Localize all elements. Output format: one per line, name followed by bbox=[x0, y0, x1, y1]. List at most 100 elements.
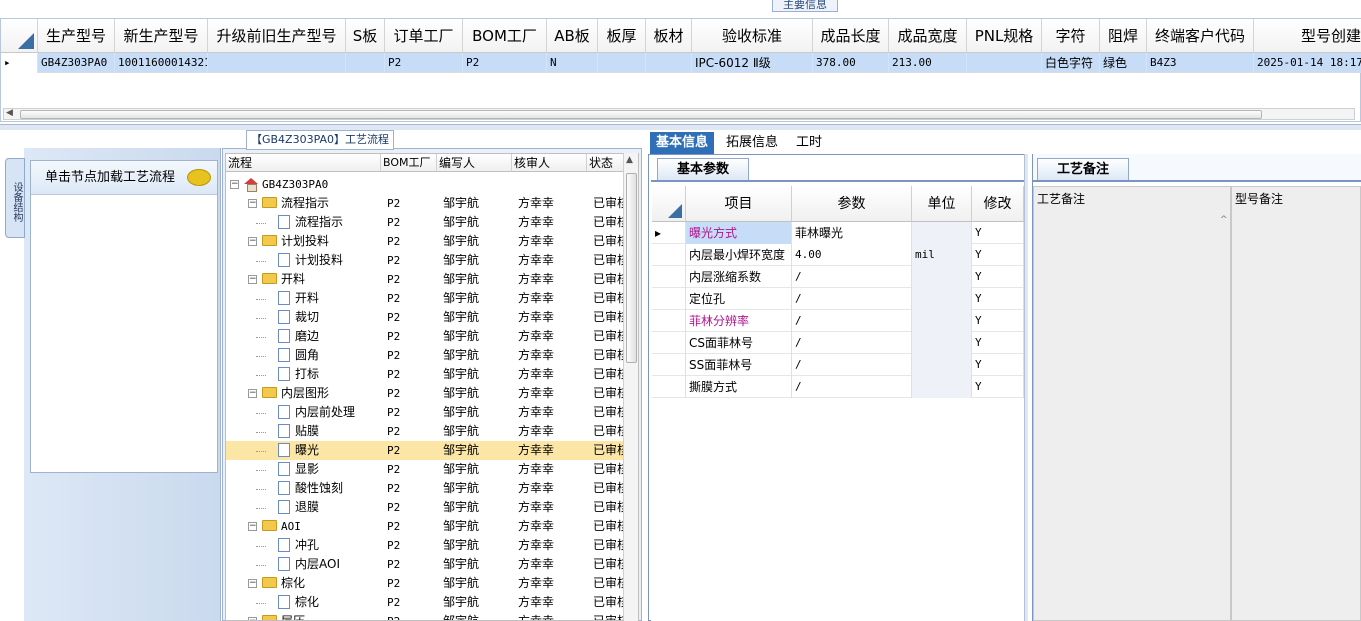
tree-node[interactable]: AOI bbox=[262, 517, 301, 536]
tree-cell-writer[interactable]: 邹宇航 bbox=[443, 517, 513, 536]
tree-node[interactable]: 计划投料 bbox=[262, 232, 329, 251]
cell-pnl[interactable] bbox=[967, 53, 1042, 73]
tree-cell-reviewer[interactable]: 方幸幸 bbox=[518, 498, 588, 517]
col-header[interactable]: 新生产型号 bbox=[115, 19, 208, 53]
tree-row[interactable]: 计划投料 P2 邹宇航 方幸幸 已审核 bbox=[226, 251, 629, 270]
tree-cell-reviewer[interactable]: 方幸幸 bbox=[518, 365, 588, 384]
tree-cell-reviewer[interactable]: 方幸幸 bbox=[518, 308, 588, 327]
tree-node[interactable]: 打标 bbox=[278, 365, 319, 384]
tree-cell-writer[interactable]: 邹宇航 bbox=[443, 403, 513, 422]
tree-cell-reviewer[interactable]: 方幸幸 bbox=[518, 612, 588, 620]
param-cell-param[interactable]: 4.00 bbox=[792, 244, 912, 266]
cell-bom-factory[interactable]: P2 bbox=[463, 53, 547, 73]
tree-row[interactable]: −层压P2邹宇航方幸幸已审核 bbox=[226, 612, 629, 620]
tree-node[interactable]: 裁切 bbox=[278, 308, 319, 327]
collapse-icon[interactable]: − bbox=[248, 522, 257, 531]
param-cell-mod[interactable]: Y bbox=[972, 266, 1024, 288]
tree-node[interactable]: 退膜 bbox=[278, 498, 319, 517]
tree-cell-reviewer[interactable]: 方幸幸 bbox=[518, 460, 588, 479]
tree-cell-bom[interactable]: P2 bbox=[387, 327, 437, 346]
tree-cell-bom[interactable]: P2 bbox=[387, 517, 437, 536]
param-cell-item[interactable]: 菲林分辨率 bbox=[686, 310, 792, 332]
col-header[interactable]: AB板 bbox=[547, 19, 598, 53]
param-row[interactable]: 菲林分辨率 / Y bbox=[652, 310, 1024, 332]
tree-cell-reviewer[interactable]: 方幸幸 bbox=[518, 593, 588, 612]
tree-row[interactable]: 圆角 P2 邹宇航 方幸幸 已审核 bbox=[226, 346, 629, 365]
param-cell-param[interactable]: / bbox=[792, 332, 912, 354]
cell-soldermask[interactable]: 绿色 bbox=[1100, 53, 1147, 73]
tree-col-header[interactable]: 编写人 bbox=[437, 154, 512, 172]
param-row[interactable]: ▸ 曝光方式 菲林曝光 Y bbox=[652, 222, 1024, 244]
param-col-header[interactable]: 项目 bbox=[686, 186, 792, 222]
tree-cell-reviewer[interactable]: 方幸幸 bbox=[518, 232, 588, 251]
tree-cell-writer[interactable]: 邹宇航 bbox=[443, 555, 513, 574]
tree-cell-writer[interactable]: 邹宇航 bbox=[443, 232, 513, 251]
tree-node[interactable]: 开料 bbox=[278, 289, 319, 308]
tree-cell-bom[interactable]: P2 bbox=[387, 289, 437, 308]
table-row[interactable]: ▸ GB4Z303PA0 10011600014321 P2 P2 N IPC-… bbox=[1, 53, 1361, 73]
col-header[interactable]: 终端客户代码 bbox=[1147, 19, 1254, 53]
tree-cell-reviewer[interactable]: 方幸幸 bbox=[518, 441, 588, 460]
tree-cell-writer[interactable]: 邹宇航 bbox=[443, 422, 513, 441]
tree-cell-reviewer[interactable]: 方幸幸 bbox=[518, 479, 588, 498]
tree-cell-writer[interactable]: 邹宇航 bbox=[443, 536, 513, 555]
param-cell-unit[interactable]: mil bbox=[912, 244, 972, 266]
tree-cell-bom[interactable]: P2 bbox=[387, 422, 437, 441]
tree-row[interactable]: 内层AOI P2 邹宇航 方幸幸 已审核 bbox=[226, 555, 629, 574]
tree-row[interactable]: 退膜 P2 邹宇航 方幸幸 已审核 bbox=[226, 498, 629, 517]
param-cell-item[interactable]: 内层涨缩系数 bbox=[686, 266, 792, 288]
param-cell-unit[interactable] bbox=[912, 354, 972, 376]
main-info-tab[interactable]: 主要信息 bbox=[772, 0, 838, 12]
tree-cell-writer[interactable]: 邹宇航 bbox=[443, 327, 513, 346]
tree-cell-bom[interactable]: P2 bbox=[387, 593, 437, 612]
tree-node[interactable]: 显影 bbox=[278, 460, 319, 479]
tree-cell-writer[interactable]: 邹宇航 bbox=[443, 441, 513, 460]
param-col-header[interactable]: 修改 bbox=[972, 186, 1024, 222]
collapse-icon[interactable]: − bbox=[248, 579, 257, 588]
tree-node[interactable]: 棕化 bbox=[262, 574, 305, 593]
col-header[interactable]: 成品长度 bbox=[813, 19, 889, 53]
param-row[interactable]: 内层涨缩系数 / Y bbox=[652, 266, 1024, 288]
tree-row[interactable]: 贴膜 P2 邹宇航 方幸幸 已审核 bbox=[226, 422, 629, 441]
tree-cell-reviewer[interactable]: 方幸幸 bbox=[518, 289, 588, 308]
param-row[interactable]: 撕膜方式 / Y bbox=[652, 376, 1024, 398]
param-cell-unit[interactable] bbox=[912, 222, 972, 244]
tree-cell-writer[interactable]: 邹宇航 bbox=[443, 479, 513, 498]
tree-cell-writer[interactable]: 邹宇航 bbox=[443, 574, 513, 593]
tree-node[interactable]: 流程指示 bbox=[262, 194, 329, 213]
tree-node[interactable]: 酸性蚀刻 bbox=[278, 479, 343, 498]
tree-col-header[interactable]: 核审人 bbox=[512, 154, 587, 172]
tree-row[interactable]: 开料 P2 邹宇航 方幸幸 已审核 bbox=[226, 289, 629, 308]
tree-cell-bom[interactable]: P2 bbox=[387, 460, 437, 479]
col-header[interactable]: S板 bbox=[346, 19, 385, 53]
tree-cell-reviewer[interactable]: 方幸幸 bbox=[518, 194, 588, 213]
col-header[interactable]: 阻焊 bbox=[1100, 19, 1147, 53]
param-col-header[interactable]: 单位 bbox=[912, 186, 972, 222]
tree-col-header[interactable]: 状态 bbox=[587, 154, 627, 172]
tree-row[interactable]: − 内层图形 P2 邹宇航 方幸幸 已审核 bbox=[226, 384, 629, 403]
tree-cell-writer[interactable]: 邹宇航 bbox=[443, 346, 513, 365]
tree-cell-reviewer[interactable]: 方幸幸 bbox=[518, 384, 588, 403]
col-header[interactable]: 验收标准 bbox=[692, 19, 813, 53]
cell-new-model[interactable]: 10011600014321 bbox=[115, 53, 208, 73]
tree-cell-reviewer[interactable] bbox=[518, 175, 588, 194]
cell-material[interactable] bbox=[646, 53, 692, 73]
param-cell-item[interactable]: 内层最小焊环宽度 bbox=[686, 244, 792, 266]
tab-work-hours[interactable]: 工时 bbox=[790, 132, 828, 154]
tree-node[interactable]: 流程指示 bbox=[278, 213, 343, 232]
collapse-icon[interactable]: − bbox=[230, 180, 239, 189]
tree-cell-bom[interactable]: P2 bbox=[387, 213, 437, 232]
tree-cell-writer[interactable]: 邹宇航 bbox=[443, 612, 513, 620]
param-cell-mod[interactable]: Y bbox=[972, 354, 1024, 376]
param-cell-mod[interactable]: Y bbox=[972, 222, 1024, 244]
horizontal-splitter[interactable] bbox=[0, 124, 1361, 130]
tree-cell-reviewer[interactable]: 方幸幸 bbox=[518, 574, 588, 593]
tree-row[interactable]: 显影 P2 邹宇航 方幸幸 已审核 bbox=[226, 460, 629, 479]
tree-cell-writer[interactable]: 邹宇航 bbox=[443, 213, 513, 232]
col-header[interactable]: BOM工厂 bbox=[463, 19, 547, 53]
param-col-header[interactable]: 参数 bbox=[792, 186, 912, 222]
param-cell-param[interactable]: / bbox=[792, 310, 912, 332]
tree-cell-bom[interactable]: P2 bbox=[387, 251, 437, 270]
col-header[interactable]: 板材 bbox=[646, 19, 692, 53]
tree-node[interactable]: 内层图形 bbox=[262, 384, 329, 403]
